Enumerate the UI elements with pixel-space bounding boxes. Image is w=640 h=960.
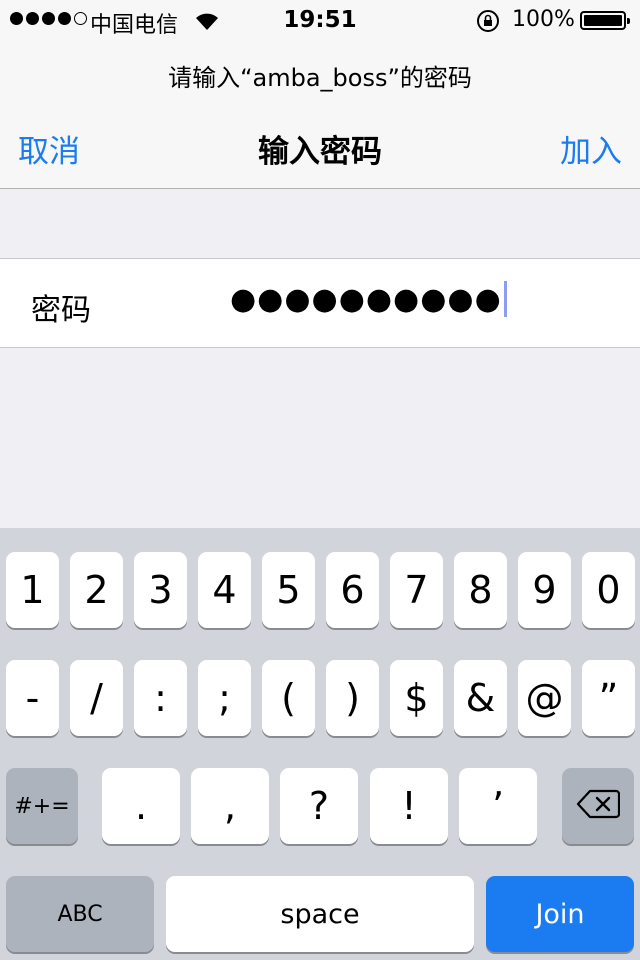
space-key[interactable]: space xyxy=(166,876,474,952)
key-hyphen[interactable]: - xyxy=(6,660,59,736)
password-prompt: 请输入“amba_boss”的密码 xyxy=(168,64,472,92)
delete-icon xyxy=(576,784,621,828)
key-2[interactable]: 2 xyxy=(70,552,123,628)
key-quote[interactable]: ” xyxy=(582,660,635,736)
delete-key[interactable] xyxy=(562,768,634,844)
key-7[interactable]: 7 xyxy=(390,552,443,628)
password-label: 密码 xyxy=(31,293,91,328)
password-field[interactable]: ●●●●●●●●●● xyxy=(230,281,507,317)
key-semicolon[interactable]: ; xyxy=(198,660,251,736)
abc-key[interactable]: ABC xyxy=(6,876,154,952)
key-4[interactable]: 4 xyxy=(198,552,251,628)
key-colon[interactable]: : xyxy=(134,660,187,736)
key-slash[interactable]: / xyxy=(70,660,123,736)
key-8[interactable]: 8 xyxy=(454,552,507,628)
key-1[interactable]: 1 xyxy=(6,552,59,628)
key-3[interactable]: 3 xyxy=(134,552,187,628)
text-caret xyxy=(503,281,507,317)
key-6[interactable]: 6 xyxy=(326,552,379,628)
key-0[interactable]: 0 xyxy=(582,552,635,628)
password-row[interactable]: 密码 ●●●●●●●●●● xyxy=(0,258,640,348)
keyboard: 1 2 3 4 5 6 7 8 9 0 - / : ; ( ) $ & @ ” … xyxy=(0,528,640,960)
rotation-lock-icon xyxy=(476,9,500,39)
key-apostrophe[interactable]: ’ xyxy=(459,768,537,844)
key-open-paren[interactable]: ( xyxy=(262,660,315,736)
key-question[interactable]: ? xyxy=(280,768,358,844)
battery-percent: 100% xyxy=(512,7,575,32)
join-key[interactable]: Join xyxy=(486,876,634,952)
status-bar: 中国电信 19:51 100% xyxy=(0,0,640,40)
key-ampersand[interactable]: & xyxy=(454,660,507,736)
key-5[interactable]: 5 xyxy=(262,552,315,628)
key-exclamation[interactable]: ! xyxy=(370,768,448,844)
key-at[interactable]: @ xyxy=(518,660,571,736)
page-title: 输入密码 xyxy=(258,134,382,170)
password-value: ●●●●●●●●●● xyxy=(230,281,502,317)
key-period[interactable]: . xyxy=(102,768,180,844)
symbols-toggle-key[interactable]: #+= xyxy=(6,768,78,844)
battery-icon xyxy=(580,11,630,30)
key-9[interactable]: 9 xyxy=(518,552,571,628)
key-close-paren[interactable]: ) xyxy=(326,660,379,736)
header: 中国电信 19:51 100% 请输入“amba_boss”的密码 取消 输入密… xyxy=(0,0,640,189)
key-dollar[interactable]: $ xyxy=(390,660,443,736)
join-button[interactable]: 加入 xyxy=(560,126,622,171)
key-comma[interactable]: , xyxy=(191,768,269,844)
